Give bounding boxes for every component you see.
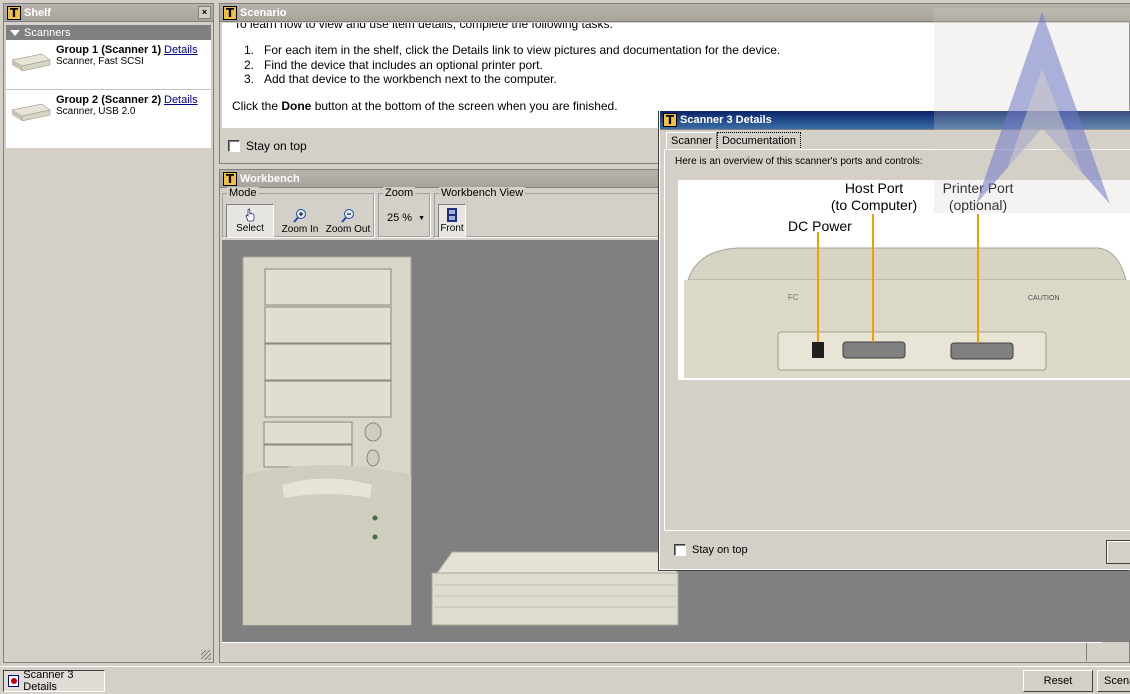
scroll-segment[interactable] [1086,643,1106,661]
workbench-scrollbar[interactable] [222,642,1102,661]
close-button[interactable] [1106,540,1130,564]
scanner-ports-photo: FC CAUTION DC Power Host Port (to Comput… [678,180,1130,380]
task-scanner-3-details[interactable]: Scanner 3 Details [3,669,105,693]
zoom-select[interactable]: 25 % ▼ [387,212,425,224]
item-description: Scanner, USB 2.0 [56,106,136,117]
select-tool-button[interactable]: Select [226,204,274,238]
front-label: Front [440,223,464,234]
zoom-out-button[interactable]: Zoom Out [324,206,372,240]
details-link[interactable]: Details [164,44,198,56]
hand-pointer-icon [245,208,255,222]
workbench-title: Workbench [240,172,300,185]
details-stay-on-top-toggle[interactable]: Stay on top [674,544,748,556]
reset-button[interactable]: Reset [1023,670,1093,692]
app-logo-icon: T [663,113,677,127]
zoom-in-button[interactable]: Zoom In [278,206,322,240]
done-instruction: Click the Done button at the bottom of t… [232,99,618,113]
details-link[interactable]: Details [164,94,198,106]
dropdown-arrow-icon[interactable]: ▼ [418,215,425,222]
zoom-value: 25 % [387,212,413,224]
stay-on-top-checkbox[interactable] [228,140,240,152]
category-label: Scanners [24,26,71,39]
tab-documentation[interactable]: Documentation [716,132,801,150]
app-logo-icon: T [7,5,21,20]
workbench-view-label: Workbench View [439,187,526,199]
zoom-label: Zoom [383,187,416,199]
computer-tower[interactable] [242,256,412,626]
host-port-label: Host Port (to Computer) [830,180,918,213]
item-name: Group 1 (Scanner 1) [56,44,162,56]
item-description: Scanner, Fast SCSI [56,56,144,67]
list-item: 2. Find the device that includes an optio… [244,57,543,72]
stay-on-top-checkbox[interactable] [674,544,686,556]
zoom-group: Zoom 25 % ▼ [378,187,430,237]
zoom-in-icon [293,209,306,223]
list-item: 3. Add that device to the workbench next … [244,72,557,86]
details-title: Scanner 3 Details [680,114,772,126]
select-label: Select [236,223,264,234]
scenario-intro: To learn how to view and use item detail… [234,23,613,31]
scanner-3-details-window: T Scanner 3 Details Scanner Documentatio… [659,110,1130,570]
close-icon[interactable]: × [198,6,211,19]
mode-group: Mode Select Zoom In Zoom Out [222,187,374,240]
scanner-on-workbench[interactable] [431,551,680,626]
shelf-list: Group 1 (Scanner 1) Details Scanner, Fas… [6,40,211,148]
item-name: Group 2 (Scanner 2) [56,94,162,106]
shelf-panel: T Shelf × Scanners Group 1 (Scanner 1) D… [3,3,214,663]
scenario-button[interactable]: Scenario [1097,670,1130,692]
dc-power-label: DC Power [788,218,852,234]
printer-port-label: Printer Port (optional) [942,180,1014,213]
zoom-out-label: Zoom Out [325,224,371,235]
tab-scanner[interactable]: Scanner [666,132,717,150]
scenario-steps: 1. For each item in the shelf, click the … [244,43,780,87]
list-item: 1. For each item in the shelf, click the … [244,43,781,57]
svg-text:FC: FC [788,293,799,302]
shelf-item-scanner-1[interactable]: Group 1 (Scanner 1) Details Scanner, Fas… [6,40,211,90]
front-view-button[interactable]: Front [438,204,466,238]
stay-on-top-label: Stay on top [246,139,307,153]
workbench-view-group: Workbench View Front [434,187,658,238]
front-view-icon [447,208,457,222]
app-logo-icon: T [223,5,237,20]
documentation-panel: Here is an overview of this scanner's po… [664,149,1130,531]
app-logo-icon: T [223,171,237,186]
window-icon [8,675,20,687]
shelf-item-scanner-2[interactable]: Group 2 (Scanner 2) Details Scanner, USB… [6,90,211,140]
stay-on-top-label: Stay on top [692,544,748,556]
scenario-titlebar: T Scenario [220,4,1130,22]
shelf-titlebar: T Shelf × [4,4,213,22]
collapse-triangle-icon[interactable] [10,29,20,36]
details-titlebar[interactable]: T Scanner 3 Details [660,111,1130,130]
stay-on-top-toggle[interactable]: Stay on top [228,139,307,153]
resize-grip-icon[interactable] [201,650,211,660]
scenario-title: Scenario [240,6,287,19]
scanner-icon [11,103,51,122]
zoom-out-icon [341,209,354,223]
details-tabs: Scanner Documentation [666,132,801,150]
zoom-in-label: Zoom In [281,224,319,235]
task-label: Scanner 3 Details [23,669,74,693]
category-scanners[interactable]: Scanners [6,25,211,40]
taskbar: Scanner 3 Details Reset Scenario [0,666,1130,694]
svg-text:CAUTION: CAUTION [1028,295,1060,302]
shelf-title: Shelf [24,6,51,19]
overview-text: Here is an overview of this scanner's po… [675,156,923,167]
scanner-icon [11,53,51,72]
mode-label: Mode [227,187,259,199]
